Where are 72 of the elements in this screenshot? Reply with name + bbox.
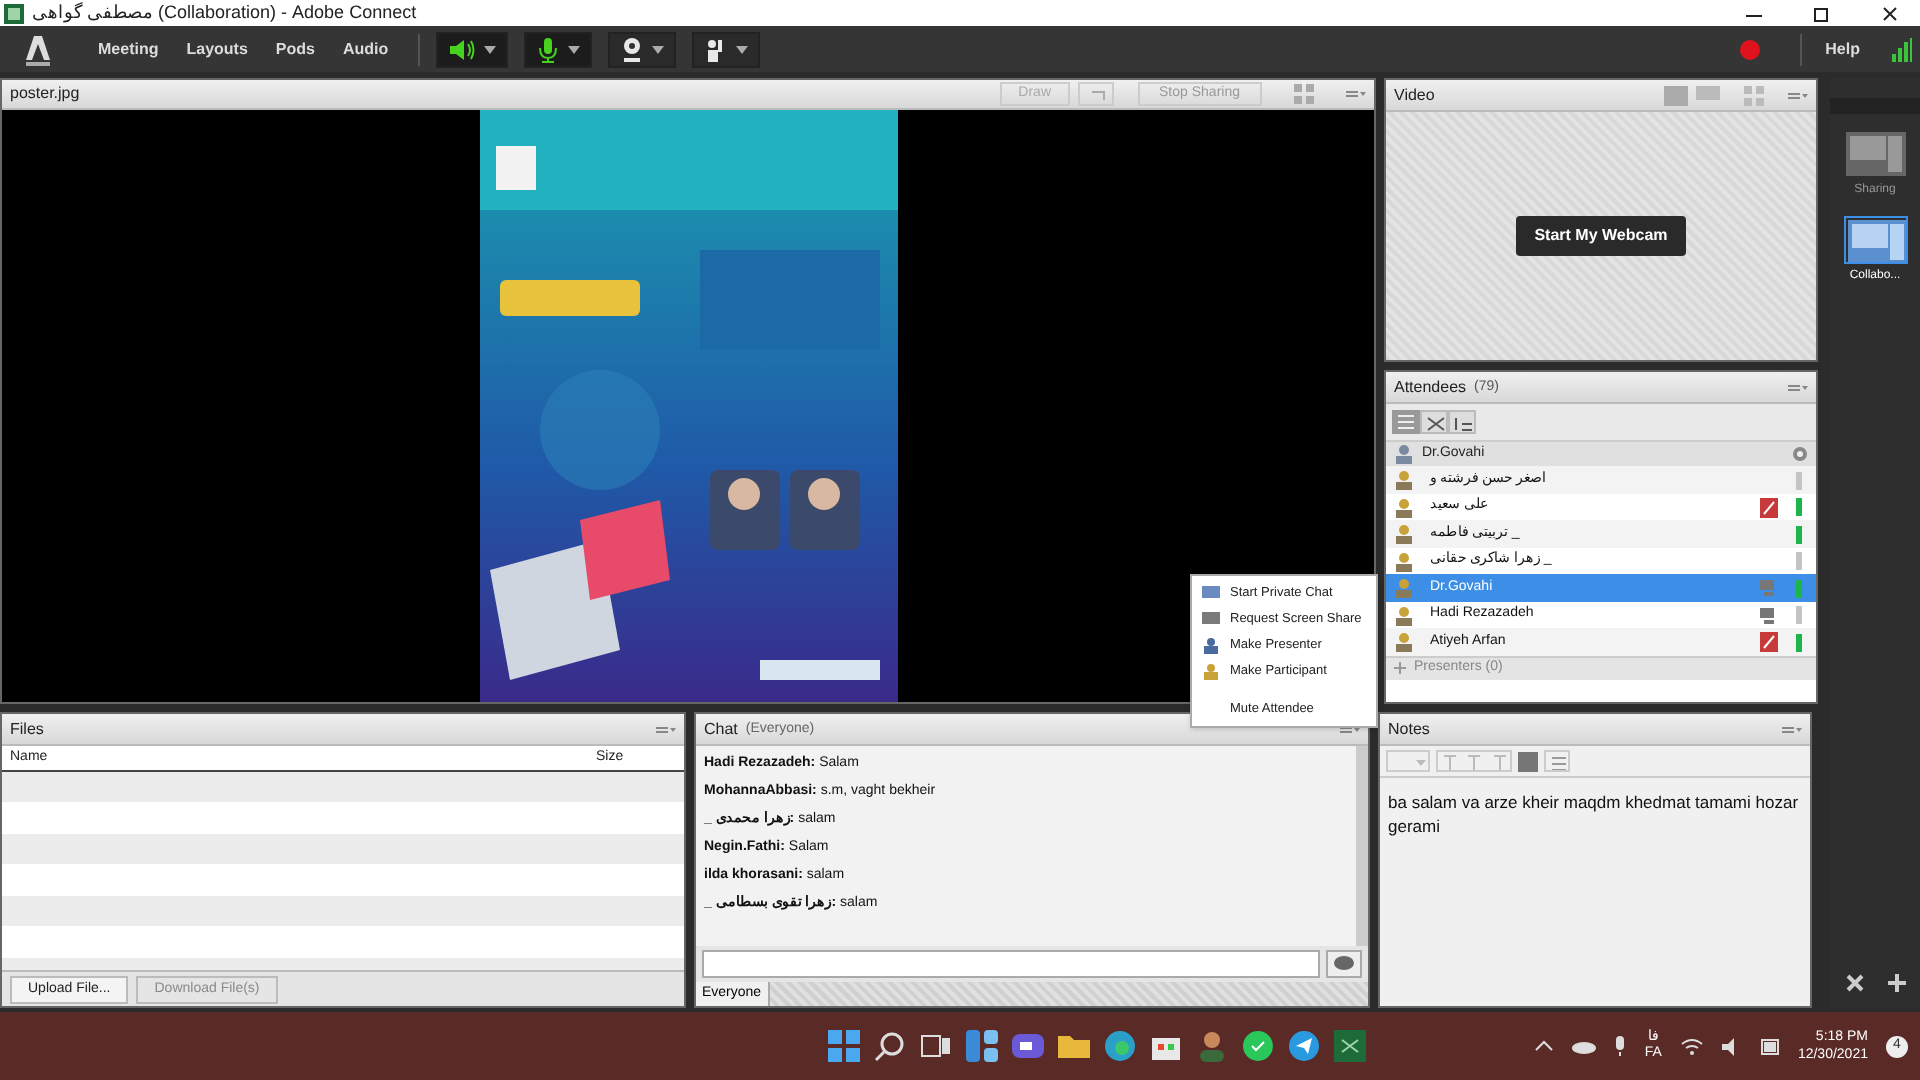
pod-title: Notes: [1388, 717, 1430, 742]
pod-menu-icon[interactable]: [1782, 723, 1802, 736]
add-icon[interactable]: [1887, 974, 1905, 993]
layout-icon: [1843, 130, 1907, 179]
monitor-icon: [1202, 611, 1220, 627]
layout-icon: [1843, 216, 1907, 265]
menu-item[interactable]: Audio: [328, 37, 403, 62]
caret-icon: [736, 45, 749, 54]
pod-title: poster.jpg: [10, 82, 80, 107]
sort-icon[interactable]: [1448, 410, 1476, 435]
app-icon[interactable]: [1334, 1030, 1367, 1063]
computer-icon: [1760, 605, 1778, 626]
signal-icon: [1892, 37, 1912, 62]
computer-icon: [1760, 578, 1778, 599]
settings-icon[interactable]: [1792, 446, 1808, 463]
webcam-toggle-button[interactable]: [608, 31, 677, 68]
mic-toggle-button[interactable]: [524, 31, 593, 68]
pod-menu-icon[interactable]: [1788, 381, 1808, 394]
pod-title: Chat: [704, 717, 738, 742]
person-icon: [1394, 497, 1414, 518]
cloud-icon[interactable]: [1572, 1038, 1597, 1055]
paper-plane-icon[interactable]: [1288, 1030, 1321, 1063]
windows-icon[interactable]: [828, 1030, 861, 1063]
folder-icon[interactable]: [1058, 1030, 1091, 1063]
widgets-icon[interactable]: [966, 1030, 999, 1063]
search-icon[interactable]: [874, 1030, 907, 1063]
microphone-icon[interactable]: [1614, 1036, 1627, 1057]
window-title: مصطفی گواهی (Collaboration) - Adobe Connect: [32, 4, 417, 23]
wifi-icon[interactable]: [1679, 1037, 1704, 1056]
pod-menu-icon[interactable]: [656, 723, 676, 736]
person-icon: [1394, 578, 1414, 599]
app-icon: [4, 3, 24, 24]
restore-icon[interactable]: [1812, 3, 1832, 24]
person-icon: [1394, 551, 1414, 572]
notes-text: ba salam va arze kheir maqdm khedmat tamami hozar gerami: [1386, 790, 1801, 839]
windows-stack-icon[interactable]: [920, 1030, 953, 1063]
chevron-up-icon[interactable]: [1534, 1040, 1555, 1053]
pod-menu-icon[interactable]: [1788, 89, 1808, 102]
host-icon: [1394, 444, 1414, 465]
help-menu[interactable]: Help: [1825, 37, 1860, 62]
speaker-toggle-button[interactable]: [436, 31, 509, 68]
speech-bubble-icon: [1334, 956, 1354, 973]
chat-input[interactable]: [702, 950, 1320, 979]
close-icon[interactable]: [1880, 3, 1900, 24]
pod-menu-icon[interactable]: [1340, 723, 1360, 736]
caret-icon: [652, 45, 665, 54]
pod-menu-icon[interactable]: [1346, 88, 1366, 101]
pod-title: Files: [10, 717, 44, 742]
chat-bubble-icon[interactable]: [1242, 1030, 1275, 1063]
hand-toggle-button[interactable]: [692, 31, 761, 68]
person-icon: [1394, 524, 1414, 545]
person-icon: [1202, 663, 1220, 679]
pod-title: Attendees: [1394, 375, 1467, 400]
menu-item[interactable]: Meeting: [84, 37, 173, 62]
person-icon: [1202, 637, 1220, 653]
recording-icon[interactable]: [1739, 39, 1760, 60]
logo-icon: [24, 31, 52, 68]
caret-icon: [568, 45, 581, 54]
person-icon: [1394, 605, 1414, 626]
menu-item[interactable]: Pods: [261, 37, 329, 62]
pencil-icon: [1760, 497, 1778, 518]
send-button[interactable]: [1326, 950, 1362, 979]
color-swatch-icon[interactable]: [1518, 751, 1538, 772]
person-icon: [1394, 470, 1414, 491]
pod-title: Video: [1394, 83, 1435, 108]
start-webcam-button[interactable]: Start My Webcam: [1516, 216, 1686, 257]
menu-item[interactable]: Layouts: [172, 37, 262, 62]
person-icon: [1394, 632, 1414, 653]
video-call-icon[interactable]: [1012, 1030, 1045, 1063]
caret-icon: [484, 45, 497, 54]
pencil-icon: [1760, 632, 1778, 653]
person-avatar-icon[interactable]: [1196, 1030, 1229, 1063]
